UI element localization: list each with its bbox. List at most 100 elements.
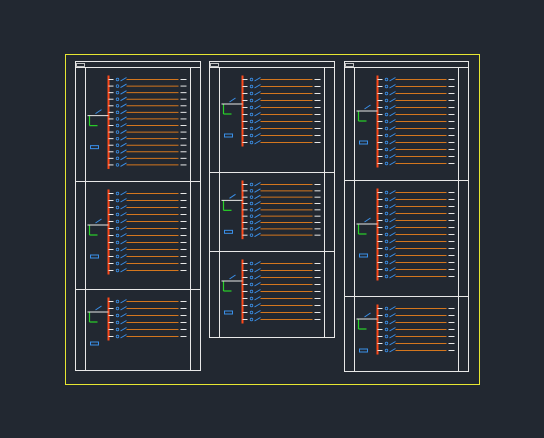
feeder bbox=[377, 253, 455, 258]
feeder-breaker bbox=[384, 204, 389, 209]
feeder-switch bbox=[120, 313, 127, 318]
panel-1-1 bbox=[87, 75, 187, 169]
feeder-breaker bbox=[115, 261, 120, 266]
feeder-breaker bbox=[384, 197, 389, 202]
feeder bbox=[377, 313, 455, 318]
feeder-breaker bbox=[249, 220, 254, 225]
feeder-breaker bbox=[384, 154, 389, 159]
feeder-switch bbox=[120, 261, 127, 266]
feeder bbox=[377, 105, 455, 110]
feeder-breaker bbox=[115, 143, 120, 147]
feeder-switch bbox=[389, 232, 396, 237]
feeder bbox=[377, 211, 455, 216]
feeder-breaker bbox=[384, 232, 389, 237]
feeder-switch bbox=[254, 226, 261, 231]
feeder bbox=[377, 267, 455, 272]
feeder-switch bbox=[254, 194, 261, 200]
feeder-breaker bbox=[384, 112, 389, 117]
feeder bbox=[377, 119, 455, 124]
feeder bbox=[242, 112, 321, 117]
feeder-switch bbox=[120, 129, 127, 135]
panel-tag bbox=[359, 348, 368, 353]
feeder bbox=[242, 182, 321, 187]
feeder-switch bbox=[389, 119, 396, 124]
feeder bbox=[242, 303, 321, 308]
cabinet-outline bbox=[75, 61, 201, 371]
feeder-switch bbox=[254, 77, 261, 82]
feeder-switch bbox=[120, 155, 127, 161]
feeder bbox=[242, 133, 321, 138]
feeder bbox=[108, 226, 187, 231]
feeder-switch bbox=[120, 268, 127, 273]
feeder-switch bbox=[254, 303, 261, 308]
feeder bbox=[377, 154, 455, 159]
feeder-breaker bbox=[115, 219, 120, 224]
feeder bbox=[108, 299, 187, 304]
feeder-breaker bbox=[384, 267, 389, 272]
feeder bbox=[108, 116, 187, 121]
feeder-switch bbox=[389, 204, 396, 209]
feeder bbox=[377, 320, 455, 325]
feeder-switch bbox=[254, 282, 261, 287]
feeder-breaker bbox=[115, 136, 120, 141]
feeder bbox=[377, 190, 455, 195]
feeder-switch bbox=[389, 260, 396, 265]
feeder-switch bbox=[254, 232, 261, 238]
feeder bbox=[108, 136, 187, 141]
feeder bbox=[242, 77, 321, 82]
feeder-breaker bbox=[115, 117, 120, 121]
feeder bbox=[108, 109, 187, 115]
feeder-switch bbox=[389, 253, 396, 258]
feeder-breaker bbox=[249, 195, 254, 199]
feeder-switch bbox=[389, 348, 396, 353]
feeder bbox=[242, 213, 321, 219]
feeder bbox=[377, 232, 455, 237]
feeder bbox=[108, 205, 187, 210]
cabinet-header-tab bbox=[76, 63, 85, 67]
feeder bbox=[377, 239, 455, 244]
panel-1-3 bbox=[87, 297, 187, 346]
feeder-breaker bbox=[384, 84, 389, 89]
feeder-breaker bbox=[249, 289, 254, 294]
feeder bbox=[377, 204, 455, 209]
feeder-breaker bbox=[384, 306, 389, 311]
feeder bbox=[242, 140, 321, 145]
panel-3-3 bbox=[356, 304, 455, 355]
feeder-switch bbox=[389, 197, 396, 202]
column-3 bbox=[344, 61, 469, 372]
feeder-switch bbox=[254, 126, 261, 131]
feeder bbox=[108, 162, 187, 167]
feeder-breaker bbox=[249, 201, 254, 206]
feeder bbox=[242, 226, 321, 231]
feeder-breaker bbox=[384, 334, 389, 339]
feeder bbox=[242, 317, 321, 322]
feeder-switch bbox=[120, 212, 127, 217]
feeder-breaker bbox=[115, 299, 120, 304]
panel-2-3 bbox=[221, 259, 321, 324]
feeder bbox=[108, 142, 187, 148]
feeder bbox=[108, 96, 187, 102]
feeder-switch bbox=[120, 233, 127, 238]
feeder-breaker bbox=[384, 105, 389, 110]
feeder-breaker bbox=[384, 253, 389, 258]
feeder bbox=[108, 247, 187, 252]
feeder-breaker bbox=[384, 133, 389, 138]
incoming-breaker bbox=[95, 109, 102, 115]
feeder-breaker bbox=[249, 189, 254, 193]
feeder bbox=[108, 155, 187, 161]
column-1 bbox=[75, 61, 201, 371]
feeder bbox=[242, 207, 321, 212]
feeder-breaker bbox=[384, 246, 389, 251]
feeder bbox=[242, 126, 321, 131]
feeder bbox=[108, 306, 187, 311]
feeder-switch bbox=[389, 161, 396, 166]
feeder bbox=[377, 126, 455, 131]
feeder bbox=[377, 225, 455, 230]
feeder-switch bbox=[389, 112, 396, 117]
feeder-breaker bbox=[249, 119, 254, 124]
feeder-breaker bbox=[249, 98, 254, 103]
feeder-switch bbox=[254, 268, 261, 273]
feeder-switch bbox=[120, 123, 127, 128]
feeder bbox=[108, 149, 187, 154]
cabinet-outline bbox=[209, 61, 335, 338]
